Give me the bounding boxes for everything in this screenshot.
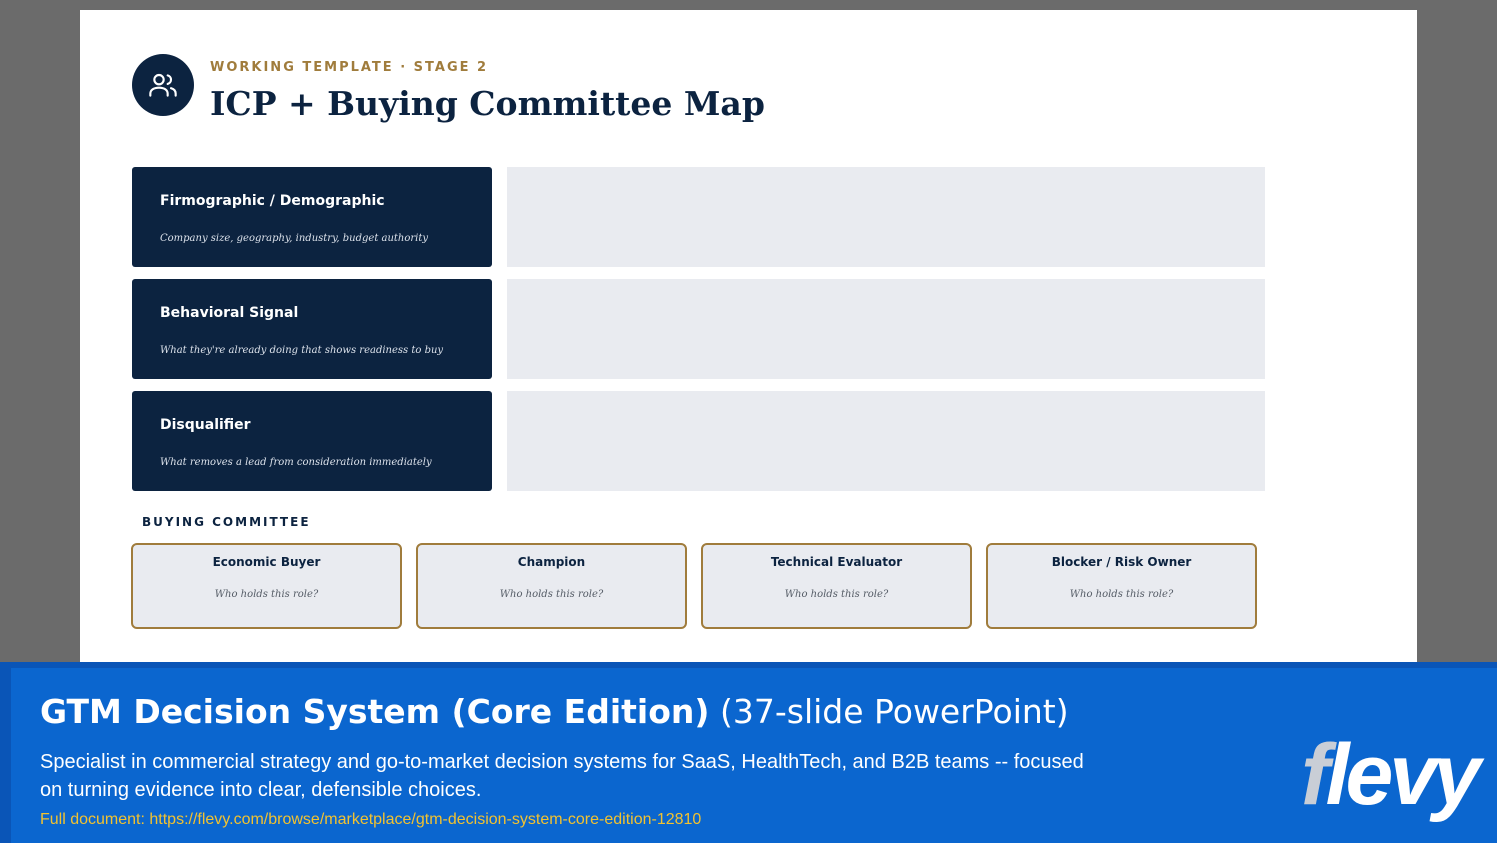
icp-row-behavioral: Behavioral Signal What they're already d… [132, 279, 1265, 379]
row-title: Disqualifier [160, 417, 251, 433]
banner-title-suffix: (37-slide PowerPoint) [719, 692, 1069, 731]
row-label: Firmographic / Demographic Company size,… [132, 167, 492, 267]
banner-title-main: GTM Decision System (Core Edition) [40, 692, 710, 731]
role-card-economic-buyer[interactable]: Economic Buyer Who holds this role? [131, 543, 402, 629]
disqualifier-input-field[interactable] [507, 391, 1265, 491]
behavioral-signal-input-field[interactable] [507, 279, 1265, 379]
promo-banner-panel: GTM Decision System (Core Edition) (37-s… [11, 668, 1497, 843]
flevy-logo[interactable]: flevy [1301, 732, 1481, 818]
row-description: What they're already doing that shows re… [160, 345, 444, 356]
role-prompt: Who holds this role? [784, 589, 889, 600]
role-prompt: Who holds this role? [499, 589, 604, 600]
row-title: Firmographic / Demographic [160, 193, 385, 209]
role-prompt: Who holds this role? [214, 589, 319, 600]
buying-committee-heading: BUYING COMMITTEE [142, 515, 311, 529]
role-card-technical-evaluator[interactable]: Technical Evaluator Who holds this role? [701, 543, 972, 629]
role-title: Economic Buyer [212, 555, 321, 569]
icp-row-disqualifier: Disqualifier What removes a lead from co… [132, 391, 1265, 491]
stage-kicker: WORKING TEMPLATE · STAGE 2 [210, 60, 489, 75]
role-card-champion[interactable]: Champion Who holds this role? [416, 543, 687, 629]
row-label: Disqualifier What removes a lead from co… [132, 391, 492, 491]
logo-first-letter: f [1300, 727, 1330, 823]
banner-title: GTM Decision System (Core Edition) (37-s… [40, 692, 1069, 731]
row-title: Behavioral Signal [160, 305, 299, 321]
role-title: Blocker / Risk Owner [1051, 555, 1192, 569]
row-description: What removes a lead from consideration i… [160, 457, 432, 468]
row-label: Behavioral Signal What they're already d… [132, 279, 492, 379]
role-title: Technical Evaluator [770, 555, 903, 569]
logo-rest: levy [1325, 727, 1481, 823]
icp-row-firmographic: Firmographic / Demographic Company size,… [132, 167, 1265, 267]
row-description: Company size, geography, industry, budge… [160, 233, 429, 244]
document-link[interactable]: Full document: https://flevy.com/browse/… [40, 811, 701, 829]
firmographic-input-field[interactable] [507, 167, 1265, 267]
promo-banner: GTM Decision System (Core Edition) (37-s… [0, 662, 1497, 843]
slide: WORKING TEMPLATE · STAGE 2 ICP + Buying … [80, 10, 1417, 662]
users-icon [132, 54, 194, 116]
banner-description: Specialist in commercial strategy and go… [40, 751, 1084, 801]
role-prompt: Who holds this role? [1069, 589, 1174, 600]
role-card-blocker-risk-owner[interactable]: Blocker / Risk Owner Who holds this role… [986, 543, 1257, 629]
page-title: ICP + Buying Committee Map [210, 84, 765, 123]
role-title: Champion [517, 555, 586, 569]
